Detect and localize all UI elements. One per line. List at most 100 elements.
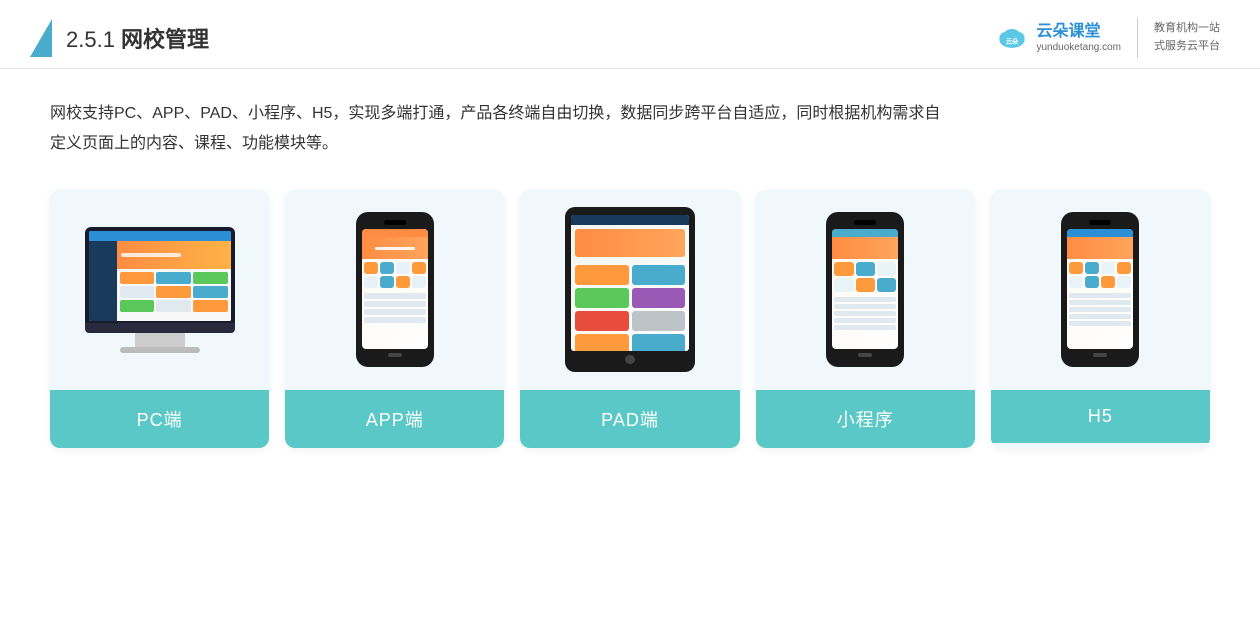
tab-item (632, 334, 686, 350)
cloud-icon: 云朵 (994, 20, 1030, 56)
card-pc-label: PC端 (50, 390, 269, 448)
phone-h5-device (1061, 212, 1139, 367)
pc-main (117, 241, 231, 321)
brand-divider (1137, 18, 1138, 58)
app-icon (364, 276, 378, 288)
tab-item (575, 334, 629, 350)
mini-screen-content (832, 229, 898, 349)
monitor-stand (135, 333, 185, 347)
app-icon (380, 262, 394, 274)
card-h5: H5 (991, 190, 1210, 448)
mini-row (834, 297, 896, 302)
h5-row (1069, 321, 1131, 326)
logo-triangle-icon (30, 19, 52, 57)
mini-grid-item (856, 262, 875, 276)
page-title: 2.5.1 网校管理 (66, 22, 209, 54)
tablet-device (565, 207, 695, 372)
tab-banner (575, 229, 685, 257)
mini-grid-item (856, 278, 875, 292)
app-icon (412, 262, 426, 274)
phone-mini-screen (832, 229, 898, 349)
card-app: APP端 (285, 190, 504, 448)
app-icon (412, 276, 426, 288)
pc-grid (117, 269, 231, 315)
card-miniprogram-label: 小程序 (756, 390, 975, 448)
tab-item (575, 288, 629, 308)
h5-grid (1067, 259, 1133, 291)
pc-grid-item (193, 272, 228, 284)
mini-row (834, 318, 896, 323)
app-row (364, 301, 426, 307)
app-row (364, 317, 426, 323)
app-row (364, 309, 426, 315)
monitor-base (120, 347, 200, 353)
app-icon (396, 262, 410, 274)
card-h5-image (991, 190, 1210, 390)
h5-grid-item (1117, 262, 1131, 274)
monitor-screen-wrap (85, 227, 235, 323)
app-icon (380, 276, 394, 288)
mini-grid-item (877, 262, 896, 276)
phone-app-screen (362, 229, 428, 349)
h5-row (1069, 293, 1131, 298)
card-app-label: APP端 (285, 390, 504, 448)
phone-notch (1089, 220, 1111, 225)
mini-header (832, 229, 898, 237)
h5-row (1069, 307, 1131, 312)
phone-h5-body (1061, 212, 1139, 367)
pc-grid-item (156, 300, 191, 312)
card-app-image (285, 190, 504, 390)
pc-screen-content (89, 231, 231, 321)
tab-banner-area (571, 225, 689, 261)
card-h5-label: H5 (991, 390, 1210, 443)
brand-slogan: 教育机构一站 式服务云平台 (1154, 20, 1220, 55)
h5-grid-item (1069, 276, 1083, 288)
app-icon (364, 262, 378, 274)
pc-grid-item (193, 286, 228, 298)
mini-grid-item (834, 262, 853, 276)
phone-home-button (858, 353, 872, 357)
h5-grid-item (1117, 276, 1131, 288)
mini-grid (832, 259, 898, 295)
app-icon (396, 276, 410, 288)
tablet-screen (571, 215, 689, 350)
content-area: 网校支持PC、APP、PAD、小程序、H5，实现多端打通，产品各终端自由切换，数… (0, 69, 1260, 468)
card-pad-image (520, 190, 739, 390)
mini-banner (832, 237, 898, 259)
header-left: 2.5.1 网校管理 (30, 19, 209, 57)
h5-grid-item (1069, 262, 1083, 274)
h5-grid-item (1085, 276, 1099, 288)
pc-grid-item (156, 286, 191, 298)
pc-grid-item (193, 300, 228, 312)
monitor-bezel (85, 323, 235, 333)
card-pad-label: PAD端 (520, 390, 739, 448)
pc-header-bar (89, 231, 231, 241)
tab-item (632, 311, 686, 331)
app-screen-content (362, 229, 428, 349)
card-miniprogram-image (756, 190, 975, 390)
mini-row (834, 311, 896, 316)
tab-header (571, 215, 689, 225)
phone-notch (854, 220, 876, 225)
app-icons (362, 259, 428, 291)
phone-home-button (388, 353, 402, 357)
brand-logo-area: 云朵 云朵课堂 yunduoketang.com (994, 20, 1121, 56)
monitor-device (85, 227, 235, 353)
tablet-body (565, 207, 695, 372)
mini-grid-item (877, 278, 896, 292)
phone-home-button (1093, 353, 1107, 357)
mini-row (834, 325, 896, 330)
card-pc-image (50, 190, 269, 390)
page: 2.5.1 网校管理 云朵 云朵课堂 yunduoketang.com (0, 0, 1260, 630)
phone-app-body (356, 212, 434, 367)
header: 2.5.1 网校管理 云朵 云朵课堂 yunduoketang.com (0, 0, 1260, 69)
h5-grid-item (1101, 262, 1115, 274)
tab-item (575, 265, 629, 285)
pc-grid-item (120, 300, 155, 312)
tablet-home-button (625, 355, 635, 365)
app-banner-text (375, 247, 415, 250)
h5-screen-content (1067, 229, 1133, 349)
phone-mini-device (826, 212, 904, 367)
app-rows (362, 291, 428, 327)
tab-content (571, 261, 689, 350)
